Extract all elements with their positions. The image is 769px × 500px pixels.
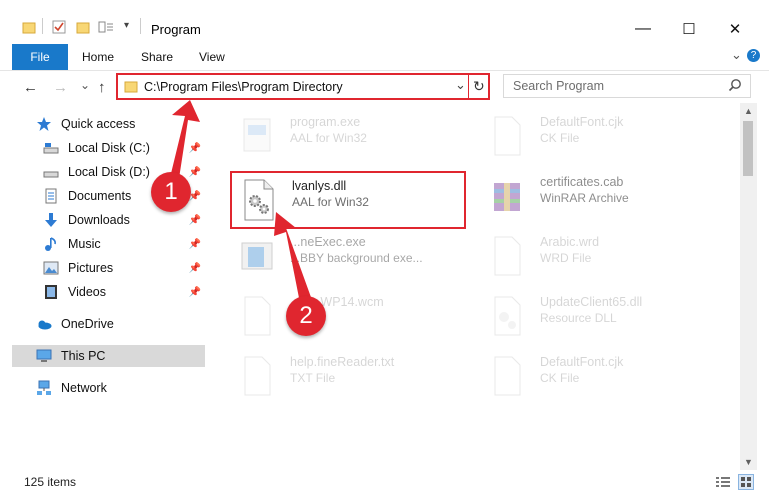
step-badge-2: 2	[286, 296, 326, 336]
arrow-to-dll-file	[274, 212, 312, 303]
step-badge-1: 1	[151, 172, 191, 212]
annotation-overlay	[166, 100, 312, 303]
